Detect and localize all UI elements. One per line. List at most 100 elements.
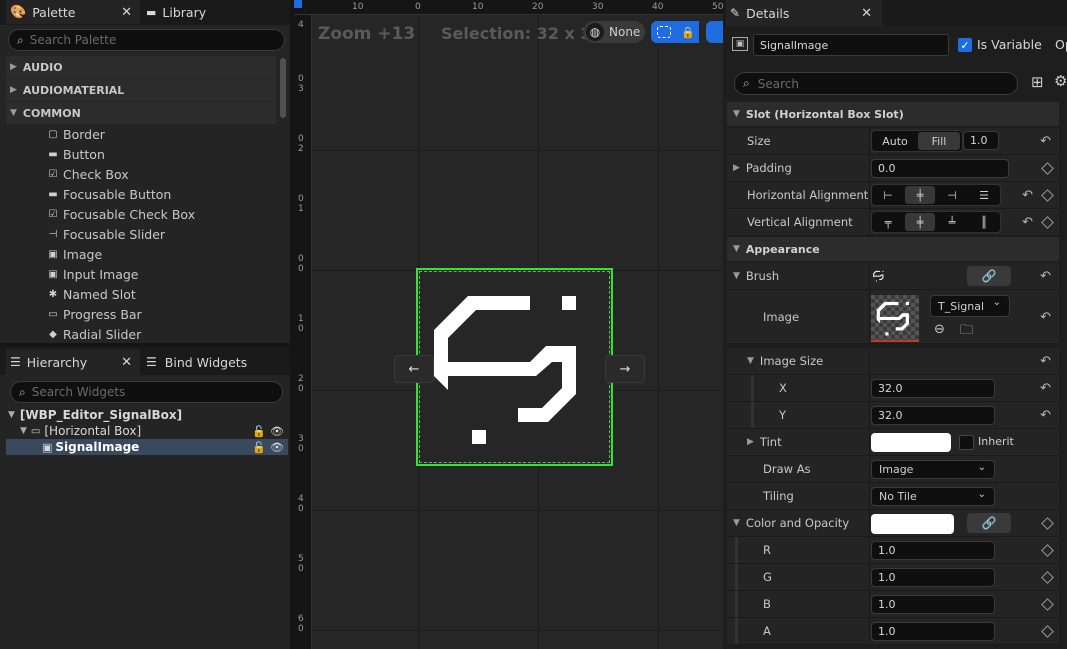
chevron-right-icon[interactable]: ▶ — [747, 437, 754, 447]
palette-item-focusable-check-box[interactable]: ☑ Focusable Check Box — [46, 204, 196, 224]
lock-open-icon[interactable]: 🔓 — [252, 425, 266, 438]
reset-arrow-icon[interactable]: ↶ — [1040, 354, 1051, 369]
use-asset-arrow-icon[interactable]: ⊖ — [934, 322, 945, 337]
palette-search-input[interactable]: ⌕ Search Palette — [8, 29, 285, 51]
keyframe-diamond-icon[interactable] — [1041, 571, 1054, 584]
move-left-button[interactable]: ← — [394, 355, 434, 383]
tint-color-swatch[interactable] — [871, 433, 951, 452]
browse-asset-icon[interactable]: 🗀 — [960, 321, 973, 343]
reset-arrow-icon[interactable]: ↶ — [1040, 408, 1051, 423]
padding-input[interactable]: 0.0 — [871, 159, 1009, 178]
selected-widget-frame[interactable] — [416, 268, 613, 466]
options-label[interactable]: Op — [1055, 37, 1067, 52]
is-variable-checkbox[interactable]: ✓ — [958, 38, 972, 52]
palette-item-border[interactable]: ▢ Border — [46, 124, 105, 144]
chevron-down-icon[interactable]: ▼ — [747, 356, 754, 366]
align-right-icon[interactable]: ⊣ — [937, 186, 967, 204]
palette-scrollbar[interactable] — [280, 58, 286, 118]
chevron-down-icon[interactable]: ▼ — [733, 518, 740, 528]
a-input[interactable]: 1.0 — [871, 622, 995, 641]
keyframe-diamond-icon[interactable] — [1041, 598, 1054, 611]
eye-icon[interactable]: 👁 — [270, 425, 284, 438]
tiling-dropdown[interactable]: No Tile ⌄ — [871, 487, 995, 506]
image-size-y-input[interactable]: 32.0 — [871, 406, 995, 425]
property-matrix-icon[interactable]: ⊞ — [1031, 73, 1044, 91]
palette-item-named-slot[interactable]: ✱ Named Slot — [46, 284, 136, 304]
align-bottom-icon[interactable]: ╧ — [937, 213, 967, 231]
align-left-icon[interactable]: ⊢ — [873, 186, 903, 204]
section-slot[interactable]: ▼ Slot (Horizontal Box Slot) — [727, 102, 1059, 126]
close-icon[interactable]: ✕ — [861, 6, 872, 21]
size-rule-toggle[interactable]: Auto Fill — [871, 130, 963, 152]
palette-item-focusable-button[interactable]: ▬ Focusable Button — [46, 184, 171, 204]
settings-gear-icon[interactable]: ⚙ — [1054, 72, 1067, 90]
b-input[interactable]: 1.0 — [871, 595, 995, 614]
image-thumbnail[interactable] — [871, 295, 919, 342]
reset-arrow-icon[interactable]: ↶ — [1040, 310, 1051, 325]
align-center-icon[interactable]: ╪ — [905, 186, 935, 204]
tab-bind-widgets[interactable]: ☰ Bind Widgets — [146, 349, 286, 375]
keyframe-diamond-icon[interactable] — [1041, 625, 1054, 638]
tree-row-signal-image[interactable]: ▣ SignalImage 🔓 👁 — [6, 439, 288, 455]
localization-button[interactable]: ◍ None — [583, 21, 645, 43]
palette-item-button[interactable]: ▬ Button — [46, 144, 105, 164]
size-fill-button[interactable]: Fill — [918, 132, 960, 150]
tab-hierarchy[interactable]: ☰ Hierarchy ✕ — [6, 349, 140, 375]
chevron-down-icon[interactable]: ▼ — [8, 410, 15, 420]
section-appearance[interactable]: ▼ Appearance — [727, 237, 1059, 261]
brush-link-button[interactable]: 🔗 — [967, 266, 1011, 286]
reset-arrow-icon[interactable]: ↶ — [1022, 215, 1033, 230]
hierarchy-search-input[interactable]: ⌕ Search Widgets — [10, 381, 283, 403]
palette-item-radial-slider[interactable]: ◆ Radial Slider — [46, 324, 141, 344]
r-input[interactable]: 1.0 — [871, 541, 995, 560]
chevron-down-icon[interactable]: ▼ — [20, 426, 27, 436]
respect-locks-toggle[interactable] — [706, 21, 723, 43]
color-link-button[interactable]: 🔗 — [967, 513, 1011, 533]
dashed-bounds-toggle[interactable] — [651, 21, 677, 43]
chevron-down-icon[interactable]: ▼ — [733, 271, 740, 281]
tree-row-horizontal-box[interactable]: ▼ ▭ [Horizontal Box] 🔓 👁 — [20, 423, 288, 439]
size-value-input[interactable]: 1.0 — [963, 131, 999, 150]
lock-open-icon[interactable]: 🔓 — [252, 441, 266, 454]
tab-details[interactable]: ✎ Details ✕ — [726, 0, 882, 26]
keyframe-diamond-icon[interactable] — [1041, 162, 1054, 175]
palette-item-image[interactable]: ▣ Image — [46, 244, 102, 264]
size-auto-button[interactable]: Auto — [874, 132, 916, 150]
image-size-x-input[interactable]: 32.0 — [871, 379, 995, 398]
align-middle-icon[interactable]: ╪ — [905, 213, 935, 231]
tree-row-root[interactable]: ▼ [WBP_Editor_SignalBox] — [8, 407, 288, 423]
category-common[interactable]: ▼ COMMON — [6, 102, 276, 124]
align-fill-vertical-icon[interactable]: ║ — [969, 213, 999, 231]
tab-library[interactable]: ▬ Library — [146, 0, 286, 24]
tab-palette[interactable]: 🎨 Palette ✕ — [6, 0, 140, 24]
reset-arrow-icon[interactable]: ↶ — [1040, 269, 1051, 284]
category-audio[interactable]: ▶ AUDIO — [6, 56, 276, 78]
keyframe-diamond-icon[interactable] — [1041, 544, 1054, 557]
details-search-input[interactable]: ⌕ Search — [734, 72, 1018, 95]
g-input[interactable]: 1.0 — [871, 568, 995, 587]
inherit-checkbox[interactable] — [959, 435, 974, 450]
category-audiomaterial[interactable]: ▶ AUDIOMATERIAL — [6, 79, 276, 101]
palette-item-progress-bar[interactable]: ▭ Progress Bar — [46, 304, 141, 324]
chevron-right-icon[interactable]: ▶ — [733, 163, 740, 173]
align-top-icon[interactable]: ╤ — [873, 213, 903, 231]
keyframe-diamond-icon[interactable] — [1041, 189, 1054, 202]
draw-as-dropdown[interactable]: Image ⌄ — [871, 460, 995, 479]
lock-toggle[interactable]: 🔒 — [677, 21, 699, 43]
widget-name-input[interactable]: SignalImage — [753, 34, 949, 56]
align-fill-icon[interactable]: ☰ — [969, 186, 999, 204]
palette-item-check-box[interactable]: ☑ Check Box — [46, 164, 129, 184]
reset-arrow-icon[interactable]: ↶ — [1022, 188, 1033, 203]
image-asset-dropdown[interactable]: T_Signal ⌄ — [930, 295, 1010, 317]
move-right-button[interactable]: → — [605, 355, 645, 383]
reset-arrow-icon[interactable]: ↶ — [1040, 134, 1051, 149]
reset-arrow-icon[interactable]: ↶ — [1040, 381, 1051, 396]
keyframe-diamond-icon[interactable] — [1041, 216, 1054, 229]
keyframe-diamond-icon[interactable] — [1041, 517, 1054, 530]
palette-item-input-image[interactable]: ▣ Input Image — [46, 264, 138, 284]
close-icon[interactable]: ✕ — [121, 355, 132, 370]
close-icon[interactable]: ✕ — [121, 5, 132, 20]
color-opacity-swatch[interactable] — [871, 514, 954, 534]
eye-icon[interactable]: 👁 — [270, 441, 284, 454]
palette-item-focusable-slider[interactable]: ⊣ Focusable Slider — [46, 224, 165, 244]
